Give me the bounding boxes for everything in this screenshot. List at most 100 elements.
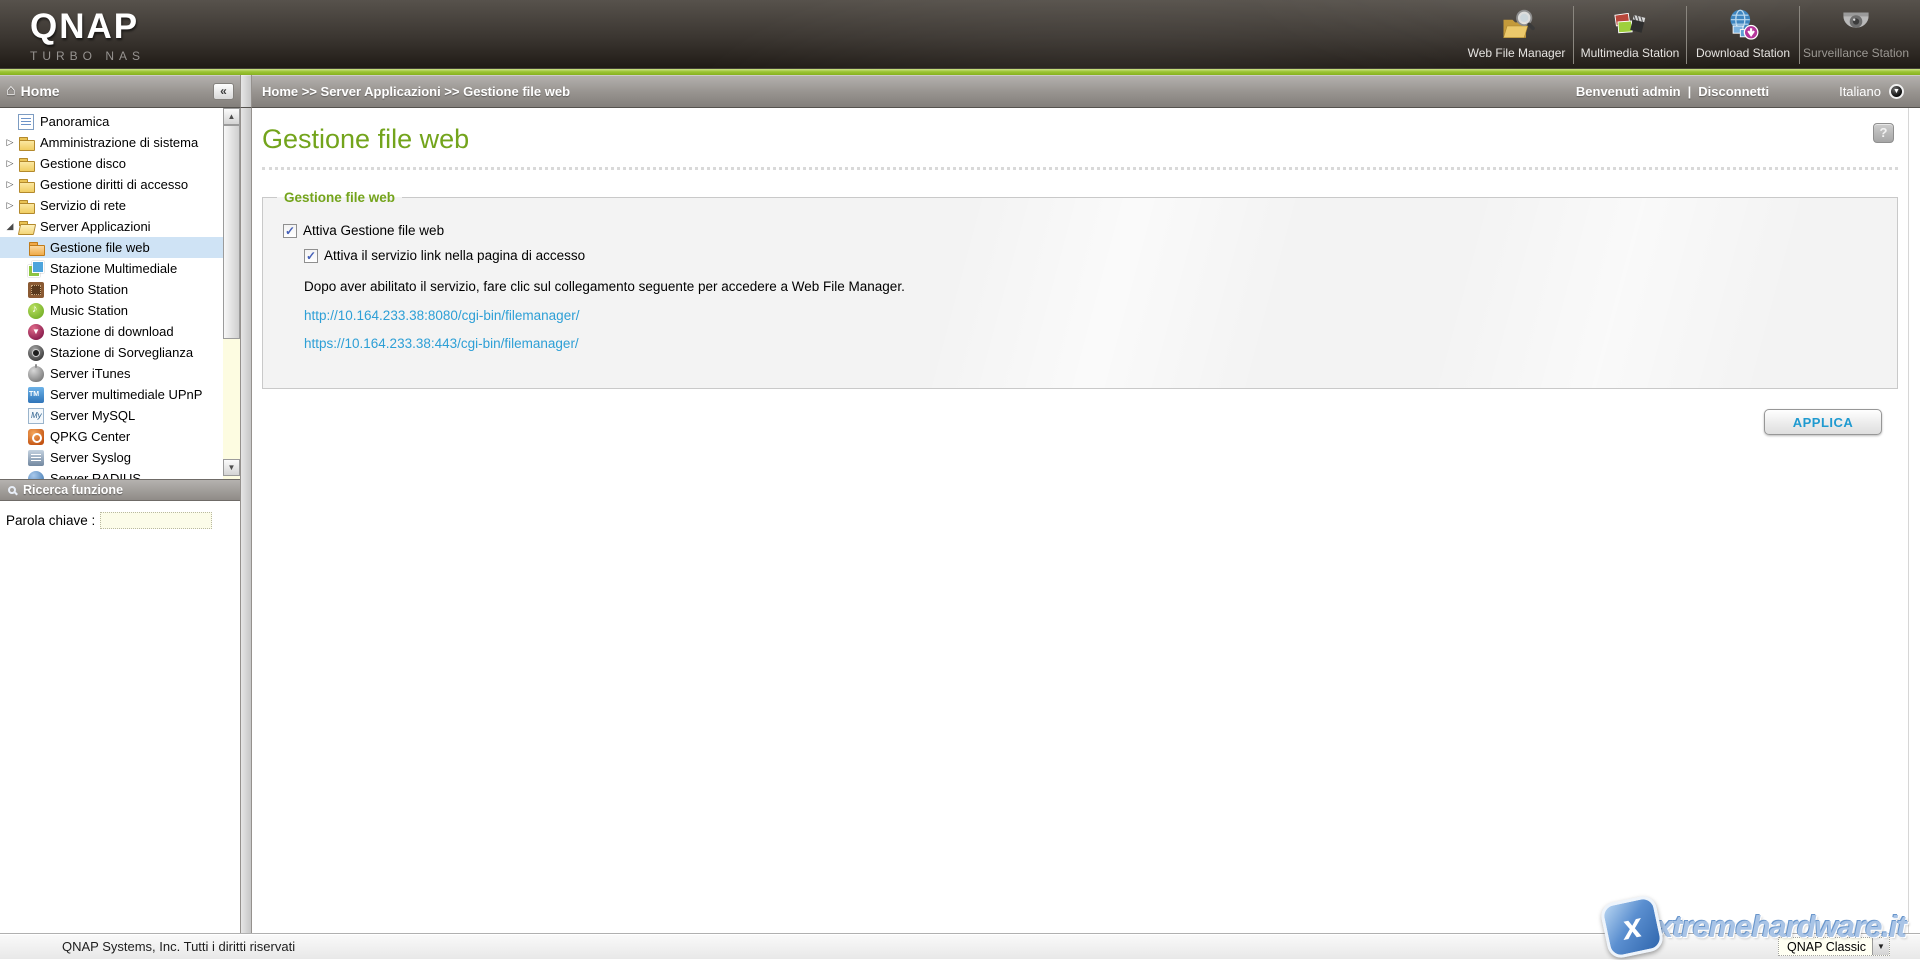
download-station-icon [1721, 8, 1765, 44]
panel-divider [240, 75, 252, 108]
tree-item-label: Amministrazione di sistema [40, 135, 198, 150]
station-label: Download Station [1696, 46, 1790, 60]
sidebar-item-qpkg-center[interactable]: QPKG Center [0, 426, 223, 447]
tree-scrollbar[interactable] [223, 108, 240, 479]
station-shortcuts: Web File Manager Multimedia Station [1460, 6, 1912, 64]
tree-item-label: QPKG Center [50, 429, 130, 444]
http-service-link[interactable]: http://10.164.233.38:8080/cgi-bin/filema… [304, 308, 1897, 323]
itunes-icon [28, 366, 44, 382]
logout-link[interactable]: Disconnetti [1698, 84, 1769, 99]
sidebar-item-server-radius[interactable]: Server RADIUS [0, 468, 223, 479]
sidebar-item-server-mysql[interactable]: Server MySQL [0, 405, 223, 426]
photo-icon [28, 282, 44, 298]
folder-icon [18, 135, 34, 151]
station-label: Multimedia Station [1581, 46, 1680, 60]
view-mode-label: QNAP Classic [1787, 940, 1866, 954]
upnp-icon [28, 387, 44, 403]
surveillance-station-icon [1834, 8, 1878, 44]
multimedia-icon [28, 261, 44, 277]
web-file-manager-icon [1495, 8, 1539, 44]
sidebar-collapse-button[interactable]: « [213, 83, 234, 100]
page-title: Gestione file web [262, 124, 1898, 155]
folder-icon [18, 156, 34, 172]
sidebar-item-stazione-di-sorveglianza[interactable]: Stazione di Sorveglianza [0, 342, 223, 363]
station-download[interactable]: Download Station [1686, 6, 1799, 64]
sidebar: Panoramica ▷ Amministrazione di sistema … [0, 108, 240, 933]
tree-item-label: Gestione disco [40, 156, 126, 171]
home-icon: ⌂ [6, 82, 16, 100]
expander-icon[interactable]: ▷ [2, 200, 18, 211]
scroll-down-icon[interactable] [223, 459, 240, 476]
mysql-icon [28, 408, 44, 424]
tree-item-label: Server Syslog [50, 450, 131, 465]
service-info-text: Dopo aver abilitato il servizio, fare cl… [304, 279, 1897, 294]
search-icon [8, 486, 16, 494]
expander-icon[interactable]: ▷ [2, 137, 18, 148]
sidebar-item-server-applicazioni[interactable]: ◢ Server Applicazioni [0, 216, 223, 237]
sidebar-title: Home [21, 83, 60, 99]
web-file-management-section: Gestione file web Attiva Gestione file w… [262, 190, 1898, 389]
language-label: Italiano [1839, 84, 1881, 99]
copyright-text: QNAP Systems, Inc. Tutti i diritti riser… [62, 939, 295, 954]
expander-icon[interactable]: ▷ [2, 158, 18, 169]
tree-item-label: Servizio di rete [40, 198, 126, 213]
sidebar-item-amministrazione-di-sistema[interactable]: ▷ Amministrazione di sistema [0, 132, 223, 153]
scroll-up-icon[interactable] [223, 108, 240, 125]
qnap-logo-text: QNAP [30, 9, 145, 44]
station-surveillance[interactable]: Surveillance Station [1799, 6, 1912, 64]
station-web-file-manager[interactable]: Web File Manager [1460, 6, 1573, 64]
surveillance-icon [28, 345, 44, 361]
apply-button[interactable]: APPLICA [1764, 409, 1882, 435]
sidebar-item-servizio-di-rete[interactable]: ▷ Servizio di rete [0, 195, 223, 216]
enable-login-link-checkbox[interactable] [304, 249, 318, 263]
breadcrumb-bar: Home >> Server Applicazioni >> Gestione … [252, 75, 1920, 108]
sidebar-header: ⌂ Home « [0, 75, 240, 108]
qpkg-icon [28, 429, 44, 445]
keyword-input[interactable] [100, 512, 212, 529]
language-dropdown-icon[interactable] [1889, 84, 1904, 99]
checkbox-label: Attiva il servizio link nella pagina di … [324, 248, 585, 263]
scrollbar-thumb[interactable] [223, 125, 240, 339]
turbo-nas-tagline: TURBO NAS [30, 49, 145, 63]
checkbox-label: Attiva Gestione file web [303, 223, 444, 238]
download-icon [28, 324, 44, 340]
tree-item-label: Stazione di Sorveglianza [50, 345, 193, 360]
sidebar-item-server-itunes[interactable]: Server iTunes [0, 363, 223, 384]
expander-icon[interactable]: ◢ [2, 221, 18, 232]
sidebar-item-server-syslog[interactable]: Server Syslog [0, 447, 223, 468]
sidebar-item-gestione-file-web[interactable]: Gestione file web [0, 237, 223, 258]
nav-tree: Panoramica ▷ Amministrazione di sistema … [0, 108, 223, 479]
function-search-header: Ricerca funzione [0, 479, 240, 501]
header-divider: | [1688, 84, 1692, 99]
sidebar-item-gestione-disco[interactable]: ▷ Gestione disco [0, 153, 223, 174]
tree-item-label: Server RADIUS [50, 471, 141, 479]
station-label: Surveillance Station [1803, 46, 1909, 60]
sidebar-item-stazione-di-download[interactable]: Stazione di download [0, 321, 223, 342]
sidebar-item-gestione-diritti-di-accesso[interactable]: ▷ Gestione diritti di accesso [0, 174, 223, 195]
multimedia-station-icon [1608, 8, 1652, 44]
syslog-icon [28, 450, 44, 466]
expander-icon[interactable]: ▷ [2, 179, 18, 190]
tree-item-label: Gestione diritti di accesso [40, 177, 188, 192]
keyword-label: Parola chiave : [6, 513, 95, 528]
sidebar-item-server-multimediale-upnp[interactable]: Server multimediale UPnP [0, 384, 223, 405]
footer: QNAP Systems, Inc. Tutti i diritti riser… [0, 933, 1920, 959]
station-multimedia[interactable]: Multimedia Station [1573, 6, 1686, 64]
folder-icon [18, 177, 34, 193]
tree-item-label: Server MySQL [50, 408, 135, 423]
help-button[interactable]: ? [1873, 123, 1894, 143]
folder-icon [18, 198, 34, 214]
sidebar-item-music-station[interactable]: Music Station [0, 300, 223, 321]
https-service-link[interactable]: https://10.164.233.38:443/cgi-bin/filema… [304, 336, 1897, 351]
overview-icon [18, 114, 34, 130]
view-mode-select[interactable]: QNAP Classic [1778, 937, 1890, 956]
sidebar-item-panoramica[interactable]: Panoramica [0, 111, 223, 132]
qnap-logo: QNAP TURBO NAS [30, 9, 145, 63]
sidebar-item-photo-station[interactable]: Photo Station [0, 279, 223, 300]
sidebar-item-stazione-multimediale[interactable]: Stazione Multimediale [0, 258, 223, 279]
tree-item-label: Server iTunes [50, 366, 130, 381]
breadcrumb[interactable]: Home >> Server Applicazioni >> Gestione … [262, 84, 570, 99]
enable-web-file-management-checkbox[interactable] [283, 224, 297, 238]
chevron-down-icon[interactable] [1872, 938, 1889, 955]
section-legend: Gestione file web [277, 190, 402, 205]
